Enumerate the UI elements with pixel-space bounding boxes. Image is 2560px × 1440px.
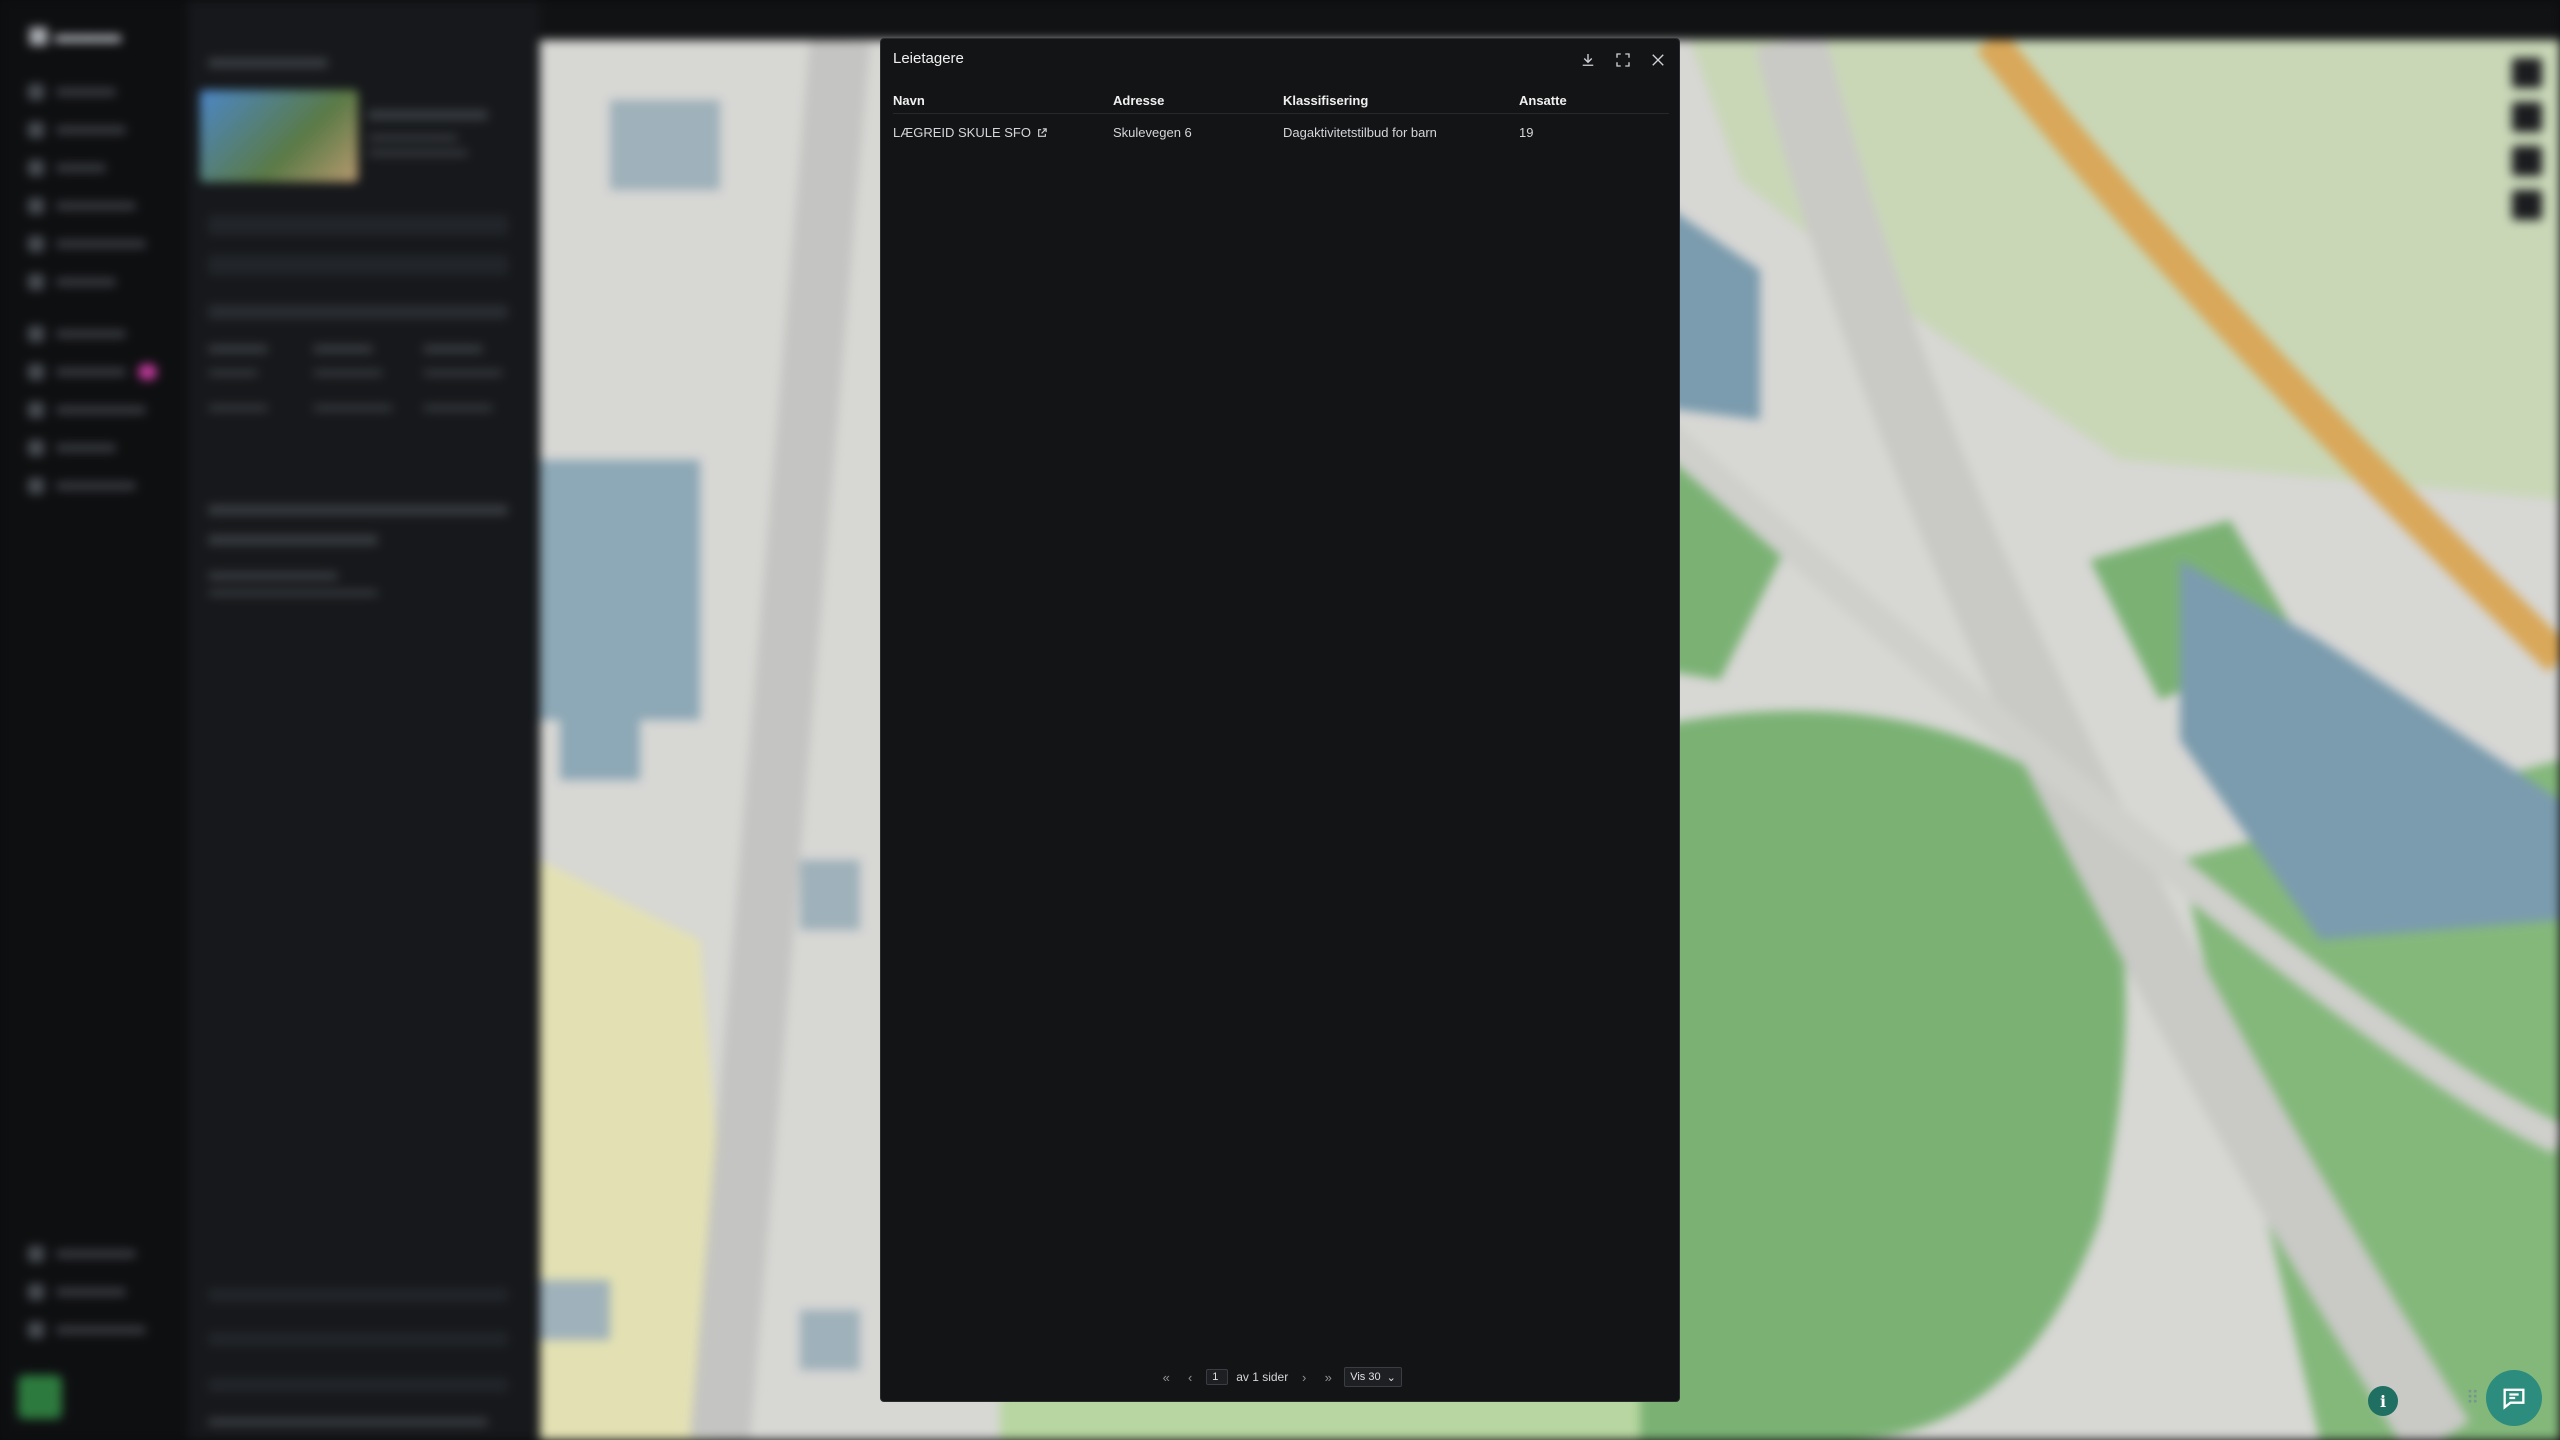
dialog-title: Leietagere	[893, 50, 964, 67]
property-panel	[188, 0, 540, 1440]
sidebar-item[interactable]	[28, 1242, 136, 1266]
sidebar-badge	[138, 364, 158, 380]
tenant-name-link[interactable]: LÆGREID SKULE SFO	[893, 125, 1031, 140]
chevron-down-icon: ⌄	[1386, 1371, 1396, 1384]
first-page-button[interactable]: «	[1158, 1369, 1174, 1385]
drag-handle-icon[interactable]: ⠿	[2466, 1388, 2479, 1409]
previous-page-button[interactable]: ‹	[1182, 1369, 1198, 1385]
page-size-select[interactable]: Vis 30 ⌄	[1344, 1367, 1402, 1387]
external-link-icon[interactable]	[1037, 126, 1047, 137]
pagination: « ‹ av 1 sider › » Vis 30 ⌄	[881, 1367, 1679, 1387]
chat-button[interactable]	[2486, 1370, 2542, 1426]
sidebar-item[interactable]	[28, 232, 146, 256]
page-size-label: Vis 30	[1350, 1371, 1381, 1383]
top-bar	[188, 0, 2560, 40]
download-button[interactable]	[1577, 49, 1599, 71]
sidebar-item[interactable]	[28, 474, 136, 498]
cell-ansatte: 19	[1519, 124, 1534, 140]
tenants-dialog: Leietagere Navn Adresse Klassifisering A…	[880, 38, 1680, 1402]
column-header-klassifisering[interactable]: Klassifisering	[1283, 87, 1519, 114]
cell-adresse: Skulevegen 6	[1113, 124, 1192, 140]
page-number-input[interactable]	[1206, 1369, 1229, 1385]
sidebar-item[interactable]	[28, 80, 116, 104]
download-icon	[1582, 54, 1594, 66]
sidebar-item[interactable]	[28, 1318, 146, 1342]
page-count-label: av 1 sider	[1236, 1370, 1289, 1384]
table-row: LÆGREID SKULE SFO Skulevegen 6 Dagaktivi…	[893, 114, 1669, 151]
table-header-row: Navn Adresse Klassifisering Ansatte	[893, 87, 1669, 114]
close-button[interactable]	[1647, 49, 1669, 71]
sidebar: ▦ ▬▬▬	[0, 0, 188, 1440]
tenants-table: Navn Adresse Klassifisering Ansatte LÆGR…	[893, 87, 1669, 150]
last-page-button[interactable]: »	[1320, 1369, 1336, 1385]
column-header-ansatte[interactable]: Ansatte	[1519, 87, 1669, 114]
chat-icon	[2503, 1388, 2525, 1410]
sidebar-item[interactable]	[28, 156, 106, 180]
avatar[interactable]	[18, 1375, 62, 1419]
property-thumbnail	[200, 90, 358, 182]
sidebar-item[interactable]	[28, 194, 136, 218]
sidebar-item[interactable]	[28, 436, 116, 460]
next-page-button[interactable]: ›	[1296, 1369, 1312, 1385]
column-header-navn[interactable]: Navn	[893, 87, 1113, 114]
info-icon: i	[2379, 1391, 2387, 1411]
sidebar-item[interactable]	[28, 398, 146, 422]
column-header-adresse[interactable]: Adresse	[1113, 87, 1283, 114]
fullscreen-icon	[1616, 53, 1630, 67]
cell-klassifisering: Dagaktivitetstilbud for barn	[1283, 124, 1437, 140]
cell-navn[interactable]: LÆGREID SKULE SFO	[893, 114, 1113, 151]
close-icon	[1652, 54, 1664, 66]
sidebar-item[interactable]	[28, 118, 126, 142]
sidebar-item[interactable]	[28, 1280, 126, 1304]
sidebar-item[interactable]	[28, 322, 126, 346]
sidebar-item[interactable]	[28, 360, 158, 384]
fullscreen-button[interactable]	[1612, 49, 1634, 71]
info-button[interactable]: i	[2368, 1386, 2398, 1416]
app-logo: ▦ ▬▬▬	[28, 22, 121, 47]
sidebar-item[interactable]	[28, 270, 116, 294]
